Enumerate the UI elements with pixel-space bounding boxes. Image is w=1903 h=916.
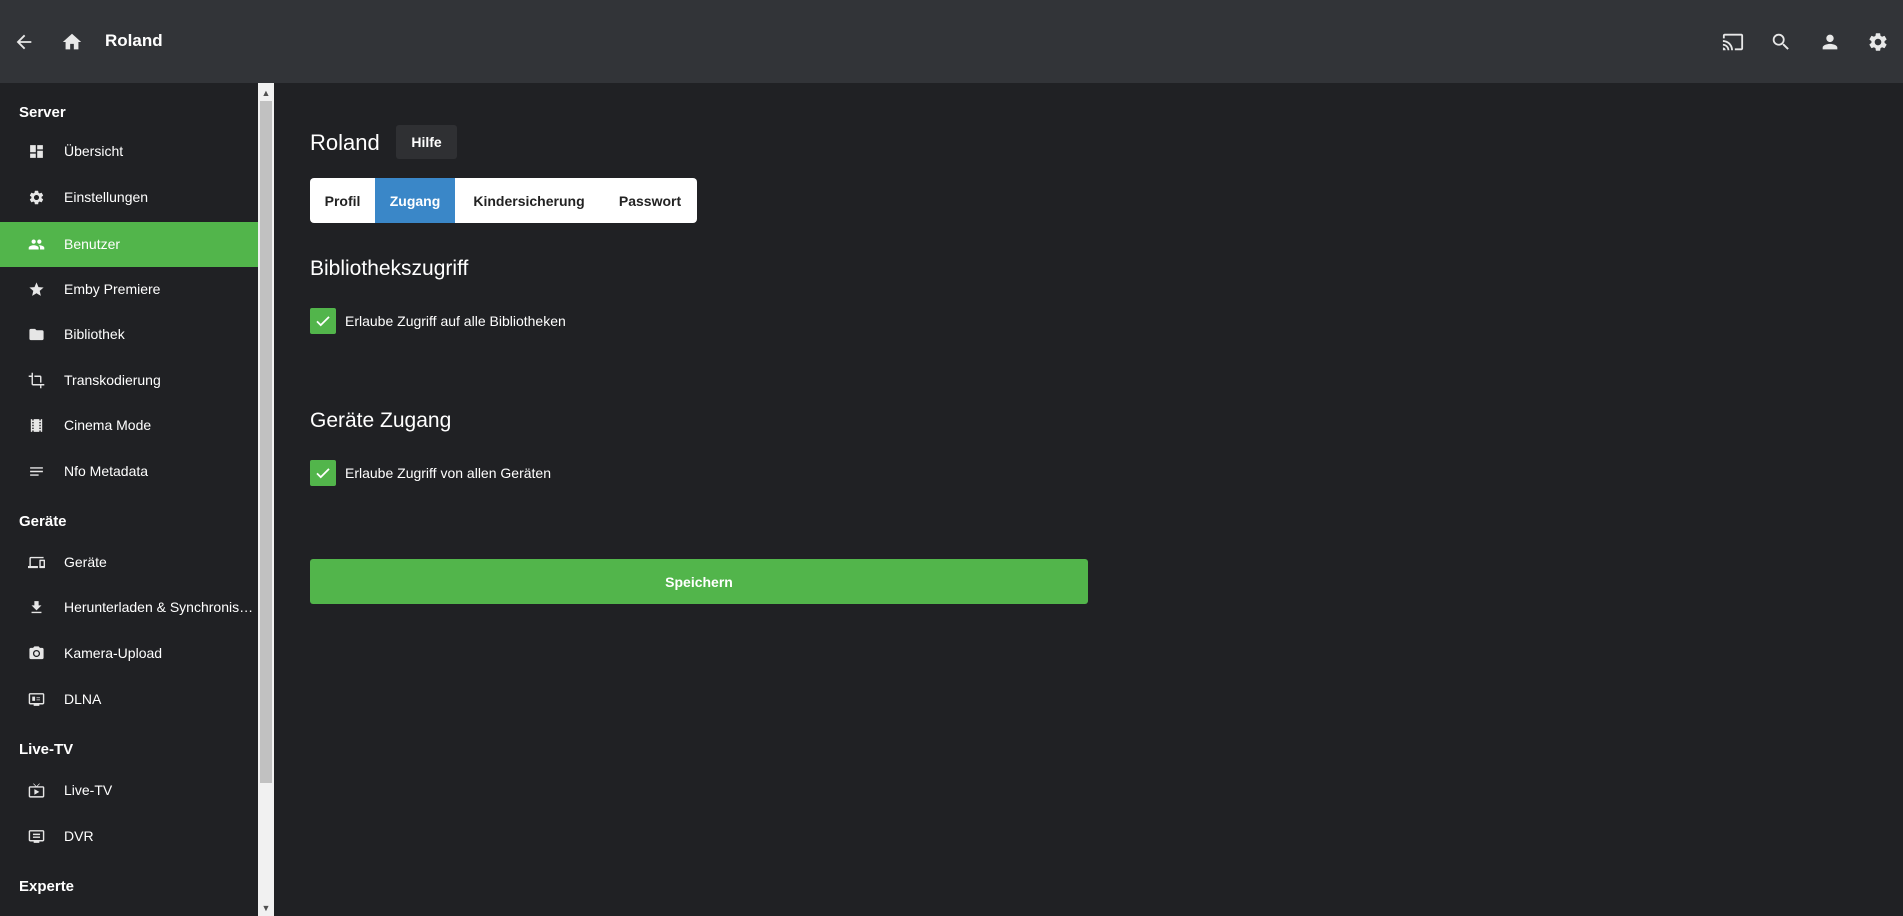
sidebar-item-live-tv[interactable]: Live-TV: [0, 768, 258, 813]
people-icon: [27, 235, 46, 254]
sidebar-item-label: Bibliothek: [64, 326, 125, 342]
crop-icon: [27, 371, 46, 390]
camera-icon: [27, 644, 46, 663]
gear-icon: [27, 188, 46, 207]
sidebar-item-herunterladen[interactable]: Herunterladen & Synchronisieren: [0, 585, 258, 630]
tab-profil[interactable]: Profil: [310, 178, 375, 223]
help-button[interactable]: Hilfe: [396, 125, 457, 159]
sidebar: Server Übersicht Einstellungen Benutzer …: [0, 83, 258, 916]
sidebar-item-geraete[interactable]: Geräte: [0, 540, 258, 585]
sidebar-item-einstellungen[interactable]: Einstellungen: [0, 175, 258, 220]
star-icon: [27, 280, 46, 299]
sidebar-scrollbar[interactable]: ▲ ▼: [258, 83, 274, 916]
library-access-checkbox[interactable]: [310, 308, 336, 334]
dvr-icon: [27, 827, 46, 846]
scroll-down-arrow-icon[interactable]: ▼: [258, 900, 274, 916]
sidebar-section-geraete: Geräte: [19, 513, 67, 530]
sidebar-item-label: Emby Premiere: [64, 281, 161, 297]
sidebar-item-dlna[interactable]: DLNA: [0, 677, 258, 722]
scrollbar-thumb[interactable]: [260, 101, 272, 783]
sidebar-item-dvr[interactable]: DVR: [0, 814, 258, 859]
sidebar-item-label: Cinema Mode: [64, 417, 152, 433]
sidebar-item-kamera-upload[interactable]: Kamera-Upload: [0, 631, 258, 676]
search-icon[interactable]: [1767, 28, 1795, 56]
sidebar-item-label: DVR: [64, 828, 94, 844]
back-arrow-icon[interactable]: [10, 28, 38, 56]
checkmark-icon: [316, 316, 330, 327]
tab-kindersicherung[interactable]: Kindersicherung: [455, 178, 603, 223]
sidebar-item-label: Transkodierung: [64, 372, 161, 388]
folder-icon: [27, 325, 46, 344]
sidebar-item-label: Einstellungen: [64, 189, 149, 205]
sidebar-item-label: Nfo Metadata: [64, 463, 149, 479]
user-icon[interactable]: [1816, 28, 1844, 56]
device-access-checkbox-row[interactable]: Erlaube Zugriff von allen Geräten: [310, 460, 551, 486]
sidebar-item-transkodierung[interactable]: Transkodierung: [0, 358, 258, 403]
live-tv-icon: [27, 781, 46, 800]
device-access-heading: Geräte Zugang: [310, 409, 452, 432]
sidebar-item-label: Geräte: [64, 554, 107, 570]
checkmark-icon: [316, 468, 330, 479]
dashboard-icon: [27, 142, 46, 161]
sidebar-item-label: DLNA: [64, 691, 102, 707]
sidebar-item-bibliothek[interactable]: Bibliothek: [0, 312, 258, 357]
scroll-up-arrow-icon[interactable]: ▲: [258, 85, 274, 101]
devices-icon: [27, 553, 46, 572]
sidebar-item-benutzer[interactable]: Benutzer: [0, 222, 258, 267]
sidebar-section-server: Server: [19, 104, 66, 121]
save-button[interactable]: Speichern: [310, 559, 1088, 604]
sidebar-item-label: Live-TV: [64, 782, 113, 798]
user-tabs: Profil Zugang Kindersicherung Passwort: [310, 178, 697, 223]
device-access-label: Erlaube Zugriff von allen Geräten: [345, 465, 551, 481]
tab-passwort[interactable]: Passwort: [603, 178, 697, 223]
library-access-label: Erlaube Zugriff auf alle Bibliotheken: [345, 313, 566, 329]
app-header: Roland: [0, 0, 1903, 83]
device-access-checkbox[interactable]: [310, 460, 336, 486]
header-title: Roland: [105, 31, 163, 50]
sidebar-item-uebersicht[interactable]: Übersicht: [0, 129, 258, 174]
sidebar-item-cinema-mode[interactable]: Cinema Mode: [0, 403, 258, 448]
home-icon[interactable]: [58, 28, 86, 56]
sidebar-item-emby-premiere[interactable]: Emby Premiere: [0, 267, 258, 312]
library-access-heading: Bibliothekszugriff: [310, 257, 469, 280]
download-icon: [27, 598, 46, 617]
film-icon: [27, 416, 46, 435]
sidebar-item-label: Herunterladen & Synchronisieren: [64, 599, 256, 615]
library-access-checkbox-row[interactable]: Erlaube Zugriff auf alle Bibliotheken: [310, 308, 566, 334]
dlna-icon: [27, 690, 46, 709]
sidebar-item-label: Kamera-Upload: [64, 645, 163, 661]
sidebar-item-label: Benutzer: [64, 236, 121, 252]
cast-icon[interactable]: [1719, 28, 1747, 56]
lines-icon: [27, 462, 46, 481]
sidebar-section-experte: Experte: [19, 878, 75, 895]
tab-zugang[interactable]: Zugang: [375, 178, 455, 223]
sidebar-item-label: Übersicht: [64, 143, 124, 159]
page-title: Roland: [310, 130, 380, 155]
sidebar-item-nfo-metadata[interactable]: Nfo Metadata: [0, 449, 258, 494]
settings-gear-icon[interactable]: [1864, 28, 1892, 56]
sidebar-section-live-tv: Live-TV: [19, 741, 74, 758]
